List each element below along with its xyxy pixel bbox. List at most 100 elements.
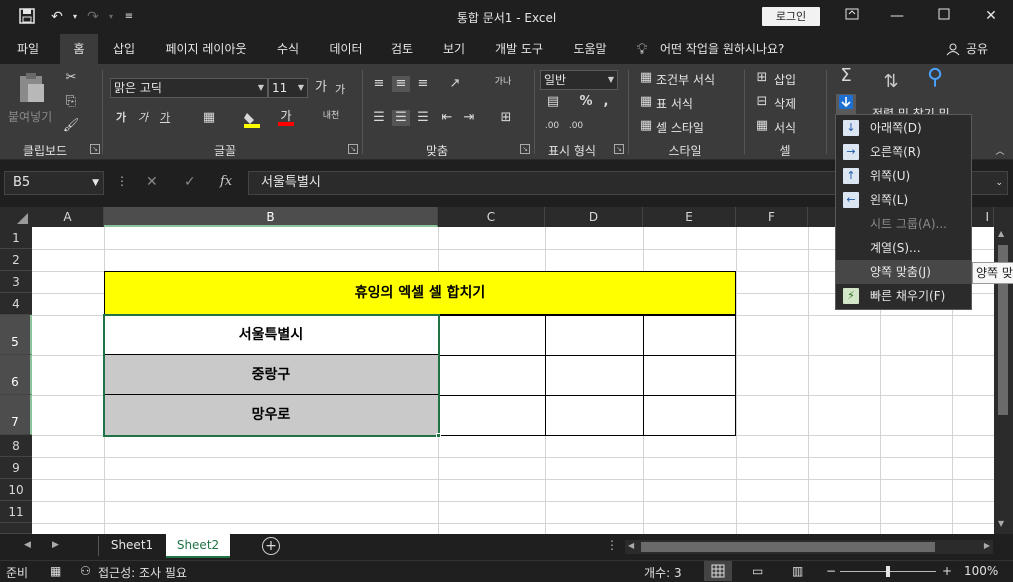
horizontal-scrollbar[interactable]: ◀ ▶: [625, 540, 993, 554]
insert-function-icon[interactable]: fx: [220, 174, 232, 189]
zoom-in-icon[interactable]: +: [942, 564, 952, 578]
font-color-icon[interactable]: 가: [278, 110, 300, 128]
sort-filter-icon[interactable]: ⇅: [876, 73, 906, 91]
tab-help[interactable]: 도움말: [564, 34, 616, 64]
column-header[interactable]: F: [736, 207, 808, 227]
tab-view[interactable]: 보기: [434, 34, 474, 64]
accounting-format-icon[interactable]: ▤: [542, 94, 564, 110]
sheet-tab-sheet2[interactable]: Sheet2: [166, 534, 230, 558]
menu-item-series[interactable]: 계열(S)...: [836, 236, 971, 260]
row-header[interactable]: 6: [0, 355, 32, 395]
accessibility-status[interactable]: 접근성: 조사 필요: [98, 564, 187, 581]
tab-review[interactable]: 검토: [382, 34, 422, 64]
sheet-tab-sheet1[interactable]: Sheet1: [100, 534, 164, 558]
row-header[interactable]: 5: [0, 315, 32, 355]
font-name-select[interactable]: 맑은 고딕 ▼: [110, 78, 268, 98]
confirm-entry-icon[interactable]: ✓: [184, 174, 196, 190]
cell-styles-button[interactable]: 셀 스타일: [656, 119, 704, 136]
row-header[interactable]: 4: [0, 293, 32, 315]
row-header-partial[interactable]: [0, 523, 32, 534]
font-launcher-icon[interactable]: ↘: [348, 144, 358, 154]
tab-page-layout[interactable]: 페이지 레이아웃: [156, 34, 256, 64]
decrease-decimal-icon[interactable]: .00: [566, 118, 586, 134]
delete-cells-button[interactable]: 삭제: [774, 95, 796, 112]
collapse-ribbon-icon[interactable]: ︿: [994, 144, 1006, 160]
decrease-font-icon[interactable]: 가: [332, 82, 348, 98]
wrap-text-icon[interactable]: 가나: [494, 74, 512, 90]
align-top-icon[interactable]: ≡: [370, 76, 388, 92]
close-icon[interactable]: ✕: [979, 6, 1003, 26]
login-button[interactable]: 로그인: [762, 7, 820, 26]
fill-icon[interactable]: [836, 94, 856, 115]
align-bottom-icon[interactable]: ≡: [414, 76, 432, 92]
name-box[interactable]: B5 ▼: [4, 171, 104, 195]
row-header[interactable]: 3: [0, 271, 32, 293]
table-format-button[interactable]: 표 서식: [656, 95, 693, 112]
scroll-up-icon[interactable]: ▲: [998, 229, 1004, 238]
scroll-down-icon[interactable]: ▼: [998, 519, 1004, 528]
align-middle-icon[interactable]: ≡: [392, 76, 410, 92]
align-center-icon[interactable]: ☰: [392, 110, 410, 126]
menu-item-fill-right[interactable]: → 오른쪽(R): [836, 140, 971, 164]
scroll-left-icon[interactable]: ◀: [628, 541, 634, 550]
format-painter-icon[interactable]: 🖌︎: [62, 118, 80, 134]
row-header[interactable]: 2: [0, 249, 32, 271]
merge-center-icon[interactable]: ⊞: [494, 110, 518, 126]
cancel-entry-icon[interactable]: ✕: [146, 174, 158, 190]
underline-icon[interactable]: 가: [156, 110, 174, 126]
phonetic-icon[interactable]: 내천: [320, 108, 342, 124]
more-icon[interactable]: ⋮: [116, 174, 128, 188]
minimize-icon[interactable]: —: [885, 6, 909, 26]
tab-file[interactable]: 파일: [6, 34, 50, 64]
borders-icon[interactable]: ▦: [200, 110, 218, 126]
ribbon-display-icon[interactable]: [840, 6, 864, 26]
tab-developer[interactable]: 개발 도구: [486, 34, 552, 64]
macro-record-icon[interactable]: ▦: [50, 564, 61, 578]
insert-cells-button[interactable]: 삽입: [774, 71, 796, 88]
percent-style-icon[interactable]: %: [578, 94, 594, 110]
tab-formulas[interactable]: 수식: [268, 34, 308, 64]
menu-item-fill-left[interactable]: ← 왼쪽(L): [836, 188, 971, 212]
column-header[interactable]: B: [104, 207, 438, 227]
accessibility-icon[interactable]: ⚇: [80, 564, 91, 578]
font-size-select[interactable]: 11 ▼: [268, 78, 308, 98]
expand-formula-icon[interactable]: ⌄: [995, 172, 1003, 194]
italic-icon[interactable]: 가: [134, 110, 152, 126]
column-header[interactable]: E: [643, 207, 736, 227]
increase-font-icon[interactable]: 가: [312, 80, 330, 96]
row-header[interactable]: 8: [0, 435, 32, 457]
zoom-level[interactable]: 100%: [964, 564, 998, 578]
number-format-select[interactable]: 일반 ▼: [540, 70, 618, 90]
row-header[interactable]: 10: [0, 479, 32, 501]
number-launcher-icon[interactable]: ↘: [614, 144, 624, 154]
align-right-icon[interactable]: ☰: [414, 110, 432, 126]
fill-color-icon[interactable]: [242, 110, 264, 128]
cut-icon[interactable]: ✂: [62, 70, 80, 86]
align-left-icon[interactable]: ☰: [370, 110, 388, 126]
prev-sheet-icon[interactable]: ◀: [24, 540, 31, 550]
conditional-format-button[interactable]: 조건부 서식: [656, 71, 715, 88]
more-icon[interactable]: ⋮: [606, 538, 618, 552]
row-header[interactable]: 7: [0, 395, 32, 435]
share-button[interactable]: 공유: [962, 34, 992, 64]
comma-style-icon[interactable]: ,: [600, 94, 612, 110]
increase-indent-icon[interactable]: ⇥: [460, 110, 478, 126]
scrollbar-thumb[interactable]: [641, 542, 935, 552]
merged-title-cell[interactable]: 휴잉의 엑셀 셀 합치기: [104, 271, 736, 315]
column-header[interactable]: C: [438, 207, 545, 227]
scroll-right-icon[interactable]: ▶: [984, 541, 990, 550]
column-header[interactable]: A: [32, 207, 104, 227]
tab-home[interactable]: 홈: [60, 34, 98, 64]
orientation-icon[interactable]: ↗: [444, 76, 466, 92]
vertical-scrollbar[interactable]: ▲ ▼: [994, 207, 1013, 534]
row-header[interactable]: 9: [0, 457, 32, 479]
zoom-out-icon[interactable]: −: [826, 564, 836, 578]
page-layout-view-icon[interactable]: ▭: [752, 564, 763, 578]
bold-icon[interactable]: 가: [112, 110, 130, 126]
tab-insert[interactable]: 삽입: [104, 34, 144, 64]
copy-icon[interactable]: ⎘: [62, 94, 80, 110]
next-sheet-icon[interactable]: ▶: [52, 540, 59, 550]
find-select-icon[interactable]: ⚲: [920, 67, 950, 89]
format-cells-button[interactable]: 서식: [774, 119, 796, 136]
increase-decimal-icon[interactable]: .00: [542, 118, 562, 134]
